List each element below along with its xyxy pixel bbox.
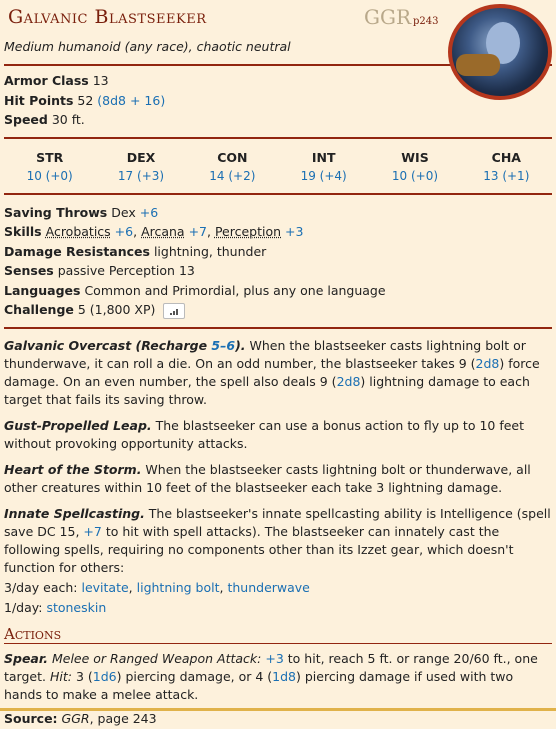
- spell-link[interactable]: stoneskin: [46, 600, 106, 615]
- skill-roll[interactable]: +7: [189, 224, 207, 239]
- ability-roll[interactable]: 19 (+4): [278, 167, 369, 185]
- hit-label: Hit:: [50, 669, 72, 684]
- trait-galvanic-overcast: Galvanic Overcast (Recharge 5–6). When t…: [4, 337, 552, 409]
- ability-name: CON: [187, 149, 278, 167]
- trait-heart-of-the-storm: Heart of the Storm. When the blastseeker…: [4, 461, 552, 497]
- ability-roll[interactable]: 10 (+0): [369, 167, 460, 185]
- details-block: Saving Throws Dex +6 Skills Acrobatics +…: [4, 195, 552, 327]
- challenge-label: Challenge: [4, 302, 74, 317]
- ability-str: STR10 (+0): [4, 149, 95, 185]
- spell-attack-roll[interactable]: +7: [83, 524, 101, 539]
- ability-dex: DEX17 (+3): [95, 149, 186, 185]
- languages-value: Common and Primordial, plus any one lang…: [84, 283, 385, 298]
- challenge-value: 5 (1,800 XP): [78, 302, 156, 317]
- speed-value: 30 ft.: [52, 112, 85, 127]
- ability-int: INT19 (+4): [278, 149, 369, 185]
- portrait-gear: [456, 54, 500, 76]
- saves-text: Dex: [111, 205, 136, 220]
- actions-header: Actions: [4, 621, 552, 644]
- ability-roll[interactable]: 14 (+2): [187, 167, 278, 185]
- ability-scores: STR10 (+0) DEX17 (+3) CON14 (+2) INT19 (…: [4, 139, 552, 193]
- trait-name: Innate Spellcasting.: [4, 506, 145, 521]
- hp-dice-roll[interactable]: (8d8 + 16): [97, 93, 165, 108]
- action-name: Spear.: [4, 651, 48, 666]
- ability-name: INT: [278, 149, 369, 167]
- ability-name: DEX: [95, 149, 186, 167]
- skill-roll[interactable]: +3: [285, 224, 303, 239]
- hp-value: 52: [77, 93, 93, 108]
- actions-block: Spear. Melee or Ranged Weapon Attack: +3…: [4, 650, 552, 729]
- ability-wis: WIS10 (+0): [369, 149, 460, 185]
- ability-roll[interactable]: 13 (+1): [461, 167, 552, 185]
- spell-link[interactable]: levitate: [81, 580, 128, 595]
- ability-name: STR: [4, 149, 95, 167]
- attack-type: Melee or Ranged Weapon Attack:: [48, 651, 261, 666]
- attack-roll[interactable]: +3: [265, 651, 283, 666]
- action-spear: Spear. Melee or Ranged Weapon Attack: +3…: [4, 650, 552, 704]
- skills-label: Skills: [4, 224, 42, 239]
- hp-label: Hit Points: [4, 93, 73, 108]
- monster-portrait[interactable]: [448, 4, 552, 100]
- spell-link[interactable]: lightning bolt: [137, 580, 220, 595]
- ability-name: CHA: [461, 149, 552, 167]
- recharge-roll[interactable]: 5–6: [211, 338, 235, 353]
- spell-frequency: 3/day each:: [4, 580, 78, 595]
- trait-name: Gust-Propelled Leap.: [4, 418, 152, 433]
- damage-roll[interactable]: 2d8: [476, 356, 500, 371]
- trait-name: Galvanic Overcast (Recharge: [4, 338, 211, 353]
- ac-value: 13: [93, 73, 109, 88]
- skill-link[interactable]: Arcana: [141, 224, 185, 239]
- skill-link[interactable]: Perception: [215, 224, 281, 239]
- spell-frequency: 1/day:: [4, 600, 42, 615]
- damage-roll[interactable]: 1d8: [272, 669, 296, 684]
- traits-block: Galvanic Overcast (Recharge 5–6). When t…: [4, 329, 552, 621]
- encounter-difficulty-icon[interactable]: [163, 303, 185, 319]
- skill-link[interactable]: Acrobatics: [46, 224, 111, 239]
- monster-name: Galvanic Blastseeker: [8, 8, 206, 26]
- ability-cha: CHA13 (+1): [461, 149, 552, 185]
- trait-name: Heart of the Storm.: [4, 462, 141, 477]
- source-line: Source: GGR, page 243: [4, 710, 552, 729]
- saves-label: Saving Throws: [4, 205, 107, 220]
- action-text: 3 (: [72, 669, 93, 684]
- spells-1-day: 1/day: stoneskin: [4, 599, 552, 621]
- trait-name-end: ).: [235, 338, 245, 353]
- spell-link[interactable]: thunderwave: [227, 580, 309, 595]
- action-text: ) piercing damage, or 4 (: [117, 669, 273, 684]
- damage-roll[interactable]: 2d8: [337, 374, 361, 389]
- spells-3-day: 3/day each: levitate, lightning bolt, th…: [4, 579, 552, 599]
- save-roll[interactable]: +6: [140, 205, 158, 220]
- source-abbr: GGR: [364, 5, 411, 29]
- senses-value: passive Perception 13: [58, 263, 195, 278]
- ability-name: WIS: [369, 149, 460, 167]
- source-badge[interactable]: GGRp243: [364, 8, 439, 31]
- ability-roll[interactable]: 17 (+3): [95, 167, 186, 185]
- trait-gust-propelled-leap: Gust-Propelled Leap. The blastseeker can…: [4, 417, 552, 453]
- skill-roll[interactable]: +6: [115, 224, 133, 239]
- source-page: p243: [413, 16, 439, 27]
- source-label: Source:: [4, 711, 58, 726]
- speed-label: Speed: [4, 112, 48, 127]
- ac-label: Armor Class: [4, 73, 89, 88]
- resist-value: lightning, thunder: [154, 244, 266, 259]
- resist-label: Damage Resistances: [4, 244, 150, 259]
- trait-innate-spellcasting: Innate Spellcasting. The blastseeker's i…: [4, 505, 552, 577]
- languages-label: Languages: [4, 283, 80, 298]
- source-page-text: , page 243: [90, 711, 157, 726]
- ability-con: CON14 (+2): [187, 149, 278, 185]
- senses-label: Senses: [4, 263, 54, 278]
- damage-roll[interactable]: 1d6: [93, 669, 117, 684]
- ability-roll[interactable]: 10 (+0): [4, 167, 95, 185]
- source-book: GGR: [62, 711, 90, 726]
